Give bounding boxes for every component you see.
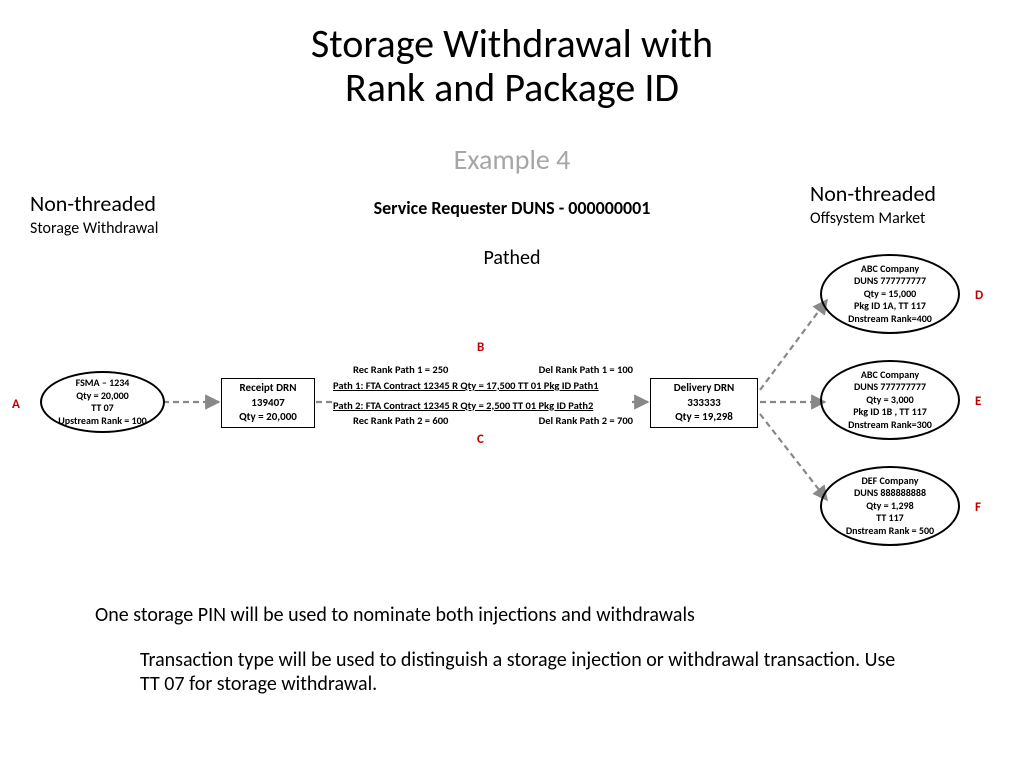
delivery-l2: 333333 <box>687 396 720 411</box>
node-d-l5: Dnstream Rank=400 <box>848 313 932 326</box>
node-e-ellipse: ABC Company DUNS 777777777 Qty = 3,000 P… <box>820 360 960 440</box>
node-a-l1: FSMA – 1234 <box>76 377 130 390</box>
label-e: E <box>975 394 981 409</box>
note-1: One storage PIN will be used to nominate… <box>95 603 964 627</box>
node-e-l4: Pkg ID 1B , TT 117 <box>853 406 927 419</box>
node-a-l4: Upstream Rank = 100 <box>58 415 146 428</box>
node-a-ellipse: FSMA – 1234 Qty = 20,000 TT 07 Upstream … <box>40 371 165 433</box>
label-f: F <box>975 500 981 515</box>
node-f-l4: TT 117 <box>876 512 904 525</box>
page-subtitle: Example 4 <box>0 142 1024 177</box>
node-f-l2: DUNS 888888888 <box>854 487 926 500</box>
label-c: C <box>477 432 484 447</box>
note-2: Transaction type will be used to disting… <box>140 648 900 696</box>
page-title: Storage Withdrawal with Rank and Package… <box>0 22 1024 110</box>
service-requester: Service Requester DUNS - 000000001 <box>0 197 1024 219</box>
node-a-l3: TT 07 <box>91 402 113 415</box>
node-f-l5: Dnstream Rank = 500 <box>846 525 934 538</box>
heading-left-sub: Storage Withdrawal <box>30 219 158 238</box>
label-d: D <box>975 288 983 303</box>
rec-rank-2: Rec Rank Path 2 = 600 <box>333 413 448 429</box>
rec-rank-1: Rec Rank Path 1 = 250 <box>333 362 448 378</box>
delivery-rect: Delivery DRN 333333 Qty = 19,298 <box>650 378 758 428</box>
del-rank-1: Del Rank Path 1 = 100 <box>539 362 633 378</box>
receipt-l2: 139407 <box>251 396 284 411</box>
receipt-l3: Qty = 20,000 <box>239 410 297 425</box>
node-d-l4: Pkg ID 1A, TT 117 <box>854 300 926 313</box>
receipt-l1: Receipt DRN <box>240 381 297 396</box>
path-2: Path 2: FTA Contract 12345 R Qty = 2,500… <box>333 398 593 414</box>
receipt-rect: Receipt DRN 139407 Qty = 20,000 <box>221 378 315 428</box>
label-b: B <box>477 340 484 355</box>
delivery-l1: Delivery DRN <box>674 381 735 396</box>
path-1: Path 1: FTA Contract 12345 R Qty = 17,50… <box>333 378 599 394</box>
delivery-l3: Qty = 19,298 <box>675 410 733 425</box>
del-rank-2: Del Rank Path 2 = 700 <box>539 413 633 429</box>
node-e-l5: Dnstream Rank=300 <box>848 419 932 432</box>
title-line-2: Rank and Package ID <box>345 63 679 112</box>
node-d-l2: DUNS 777777777 <box>854 275 926 288</box>
label-a: A <box>12 397 20 412</box>
node-e-l2: DUNS 777777777 <box>854 381 926 394</box>
path-block: Rec Rank Path 1 = 250 Del Rank Path 1 = … <box>333 362 633 429</box>
node-d-ellipse: ABC Company DUNS 777777777 Qty = 15,000 … <box>820 254 960 334</box>
title-line-1: Storage Withdrawal with <box>311 19 713 68</box>
node-f-ellipse: DEF Company DUNS 888888888 Qty = 1,298 T… <box>820 466 960 546</box>
